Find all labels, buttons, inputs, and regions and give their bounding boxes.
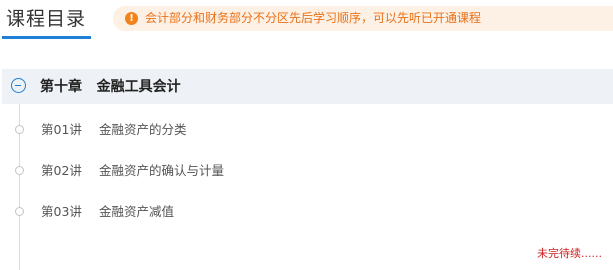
lesson-item[interactable]: 第03讲 金融资产减值 [0, 200, 613, 226]
header: 课程目录 ! 会计部分和财务部分不分区先后学习顺序，可以先听已开通课程 [0, 0, 613, 40]
page-title: 课程目录 [6, 8, 87, 30]
info-icon: ! [125, 12, 138, 25]
lesson-item[interactable]: 第01讲 金融资产的分类 [0, 118, 613, 144]
lesson-title[interactable]: 金融资产的分类 [99, 122, 187, 138]
collapse-icon[interactable] [11, 78, 26, 93]
chapter-row[interactable]: 第十章 金融工具会计 [2, 69, 613, 104]
chapter-title: 第十章 金融工具会计 [40, 79, 181, 95]
timeline-dot-icon [15, 166, 24, 175]
active-tab-underline [2, 36, 91, 39]
lesson-number: 第03讲 [41, 204, 82, 219]
notice-banner: ! 会计部分和财务部分不分区先后学习顺序，可以先听已开通课程 [113, 6, 613, 31]
notice-text: 会计部分和财务部分不分区先后学习顺序，可以先听已开通课程 [145, 11, 482, 25]
to-be-continued-note: 未完待续...... [537, 247, 602, 260]
timeline-dot-icon [15, 207, 24, 216]
lesson-number: 第01讲 [41, 122, 82, 137]
lesson-item[interactable]: 第02讲 金融资产的确认与计量 [0, 159, 613, 185]
lesson-title[interactable]: 金融资产的确认与计量 [99, 163, 224, 179]
lesson-number: 第02讲 [41, 163, 82, 178]
lesson-title[interactable]: 金融资产减值 [99, 204, 174, 220]
timeline-dot-icon [15, 125, 24, 134]
